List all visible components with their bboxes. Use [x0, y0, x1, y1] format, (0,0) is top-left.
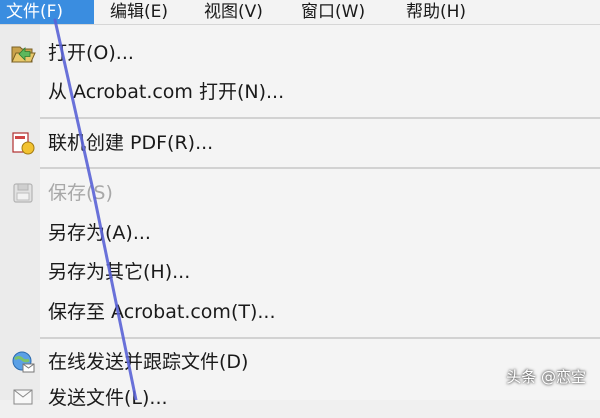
- send-and-track-label: 在线发送并跟踪文件(D): [48, 351, 249, 373]
- save-as-other-label: 另存为其它(H)...: [48, 261, 191, 283]
- globe-icon: [10, 349, 36, 375]
- open-label: 打开(O)...: [48, 42, 134, 64]
- menu-help[interactable]: 帮助(H): [400, 0, 472, 24]
- menu-item-open-from-acrobat[interactable]: 从 Acrobat.com 打开(N)...: [0, 72, 600, 112]
- send-file-label: 发送文件(L)...: [48, 387, 168, 409]
- send-file-icon: [10, 385, 36, 411]
- create-pdf-icon: [10, 130, 36, 156]
- save-to-acrobat-label: 保存至 Acrobat.com(T)...: [48, 301, 276, 323]
- menu-window[interactable]: 窗口(W): [295, 0, 371, 24]
- open-from-acrobat-label: 从 Acrobat.com 打开(N)...: [48, 81, 285, 103]
- menu-edit[interactable]: 编辑(E): [104, 0, 174, 24]
- menu-file[interactable]: 文件(F): [0, 0, 94, 24]
- menu-item-save: 保存(S): [0, 173, 600, 213]
- save-label: 保存(S): [48, 182, 113, 204]
- menu-item-save-as[interactable]: 另存为(A)...: [0, 213, 600, 253]
- menu-item-create-pdf-online[interactable]: 联机创建 PDF(R)...: [0, 123, 600, 163]
- menu-view[interactable]: 视图(V): [198, 0, 269, 24]
- menu-separator: [40, 337, 600, 339]
- save-disk-icon: [10, 180, 36, 206]
- menu-item-open[interactable]: 打开(O)...: [0, 33, 600, 73]
- watermark: 头条 @恋空: [506, 368, 586, 386]
- menu-item-save-as-other[interactable]: 另存为其它(H)...: [0, 252, 600, 292]
- create-pdf-online-label: 联机创建 PDF(R)...: [48, 132, 214, 154]
- menu-separator: [40, 167, 600, 169]
- menu-item-save-to-acrobat[interactable]: 保存至 Acrobat.com(T)...: [0, 292, 600, 332]
- menu-bar: 文件(F) 编辑(E) 视图(V) 窗口(W) 帮助(H): [0, 0, 600, 25]
- save-as-label: 另存为(A)...: [48, 222, 151, 244]
- open-folder-icon: [10, 40, 36, 66]
- menu-separator: [40, 117, 600, 119]
